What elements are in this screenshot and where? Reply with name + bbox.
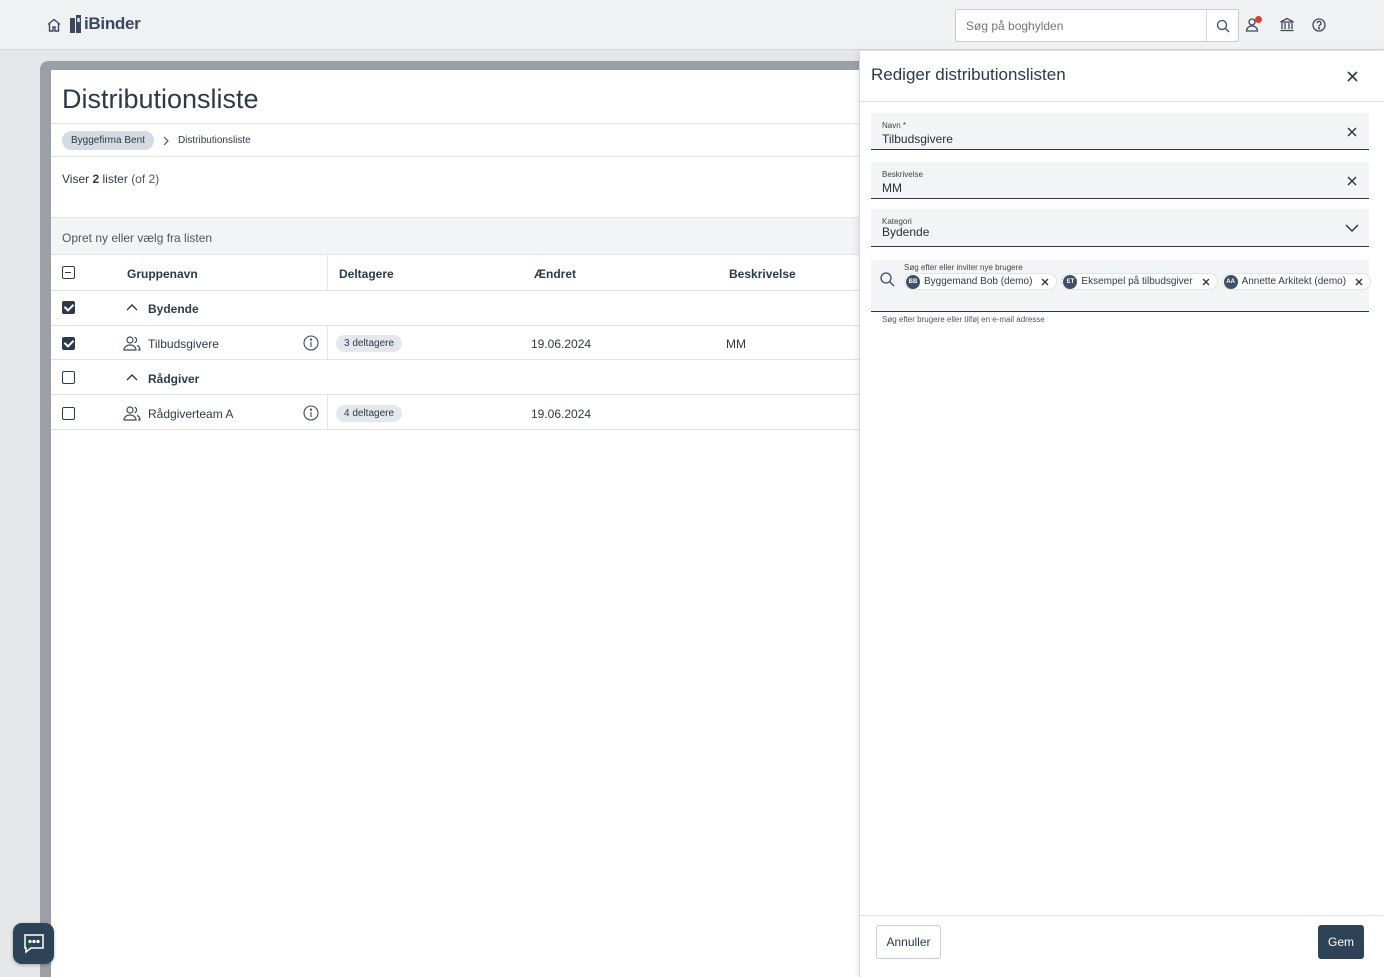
group-checkbox[interactable] [62, 371, 75, 384]
column-header-name[interactable]: Gruppenavn [127, 267, 198, 281]
table-row[interactable]: Tilbudsgivere 3 deltagere 19.06.2024 MM [51, 326, 871, 360]
edit-panel: Rediger distributionslisten Navn * Tilbu… [859, 51, 1384, 977]
changed-date: 19.06.2024 [531, 337, 592, 351]
group-row: Bydende [51, 291, 871, 326]
save-button[interactable]: Gem [1318, 925, 1364, 959]
user-chip[interactable]: AA Annette Arkitekt (demo) [1221, 273, 1372, 290]
count-suffix: lister [102, 172, 128, 186]
chevron-up-icon[interactable] [126, 373, 138, 381]
ibinder-logo[interactable]: iBinder [70, 14, 141, 34]
invite-field-label: Søg efter eller inviter nye brugere [904, 263, 1023, 272]
avatar: ET [1063, 274, 1078, 289]
group-label: Bydende [148, 302, 199, 316]
list-count: Viser 2 lister (of 2) [62, 172, 159, 186]
logo-mark-icon [70, 15, 81, 33]
column-divider [327, 255, 328, 291]
category-field-value: Bydende [882, 225, 930, 239]
name-field-label: Navn * [882, 121, 907, 130]
column-header-description[interactable]: Beskrivelse [729, 267, 796, 281]
logo-text: iBinder [84, 14, 141, 33]
bookshelf-search [955, 9, 1239, 42]
chip-label: Eksempel på tilbudsgiver [1081, 276, 1193, 287]
breadcrumb-parent[interactable]: Byggefirma Bent [62, 131, 154, 150]
user-notification-icon[interactable] [1243, 15, 1263, 35]
panel-title: Rediger distributionslisten [871, 65, 1066, 84]
user-group-icon [123, 406, 141, 421]
row-name[interactable]: Tilbudsgivere [148, 337, 219, 351]
column-divider [327, 395, 328, 430]
row-name[interactable]: Rådgiverteam A [148, 407, 233, 421]
create-hint: Opret ny eller vælg fra listen [62, 231, 213, 245]
info-icon[interactable] [303, 335, 319, 351]
chevron-up-icon[interactable] [126, 303, 138, 311]
description-field-value[interactable]: MM [882, 181, 902, 195]
divider [51, 156, 871, 157]
search-input[interactable] [956, 10, 1206, 41]
divider [860, 915, 1384, 916]
column-divider [327, 326, 328, 360]
search-button[interactable] [1206, 10, 1238, 41]
group-row: Rådgiver [51, 360, 871, 395]
row-checkbox[interactable] [62, 337, 75, 350]
home-icon[interactable] [44, 15, 64, 35]
chevron-down-icon[interactable] [1345, 223, 1359, 233]
breadcrumb-current: Distributionsliste [177, 135, 251, 146]
row-description: MM [726, 337, 746, 351]
clear-description-icon[interactable] [1345, 174, 1359, 188]
select-all-checkbox[interactable] [62, 266, 75, 279]
divider [860, 101, 1384, 102]
chip-label: Annette Arkitekt (demo) [1241, 276, 1347, 287]
user-group-icon [123, 336, 141, 351]
create-hint-bar: Opret ny eller vælg fra listen [51, 217, 871, 255]
user-chip[interactable]: ET Eksempel på tilbudsgiver [1061, 273, 1218, 290]
chevron-right-icon [163, 136, 169, 145]
avatar: AA [1223, 274, 1238, 289]
divider [51, 123, 871, 124]
user-chip[interactable]: BB Byggemand Bob (demo) [904, 273, 1058, 290]
name-field[interactable]: Navn * Tilbudsgivere [871, 113, 1369, 150]
breadcrumb: Byggefirma Bent Distributionsliste [62, 131, 251, 150]
chat-button[interactable] [13, 923, 54, 964]
row-checkbox[interactable] [62, 407, 75, 420]
name-field-value[interactable]: Tilbudsgivere [882, 132, 953, 146]
invite-helper-text: Søg efter brugere eller tilføj en e-mail… [882, 315, 1045, 324]
chat-icon [23, 933, 44, 954]
column-header-changed[interactable]: Ændret [534, 267, 576, 281]
notification-dot [1255, 16, 1262, 23]
table-row[interactable]: Rådgiverteam A 4 deltagere 19.06.2024 [51, 395, 871, 430]
category-select[interactable]: Kategori Bydende [871, 209, 1369, 247]
remove-chip-icon[interactable] [1354, 277, 1364, 287]
search-icon [880, 272, 895, 287]
invite-users-field[interactable]: Søg efter eller inviter nye brugere BB B… [871, 260, 1372, 312]
chip-label: Byggemand Bob (demo) [924, 276, 1033, 287]
library-icon[interactable] [1277, 15, 1297, 35]
count-total: (of 2) [131, 172, 160, 186]
avatar: BB [906, 274, 920, 289]
user-chips: BB Byggemand Bob (demo) ET Eksempel på t… [904, 273, 1372, 290]
changed-date: 19.06.2024 [531, 407, 592, 421]
remove-chip-icon[interactable] [1201, 277, 1211, 287]
group-label: Rådgiver [148, 372, 200, 386]
distribution-list-card: Distributionsliste Byggefirma Bent Distr… [51, 70, 871, 977]
participants-badge[interactable]: 4 deltagere [336, 405, 403, 422]
remove-chip-icon[interactable] [1040, 277, 1050, 287]
info-icon[interactable] [303, 405, 319, 421]
close-icon[interactable] [1343, 67, 1361, 85]
description-field[interactable]: Beskrivelse MM [871, 162, 1369, 199]
page-title: Distributionsliste [62, 84, 259, 114]
participants-badge[interactable]: 3 deltagere [336, 335, 403, 352]
count-prefix: Viser [62, 172, 90, 186]
column-header-participants[interactable]: Deltagere [339, 267, 394, 281]
table-header: Gruppenavn Deltagere Ændret Beskrivelse [51, 255, 871, 291]
group-checkbox[interactable] [62, 301, 75, 314]
help-icon[interactable] [1309, 15, 1329, 35]
clear-name-icon[interactable] [1345, 125, 1359, 139]
description-field-label: Beskrivelse [882, 170, 923, 179]
count-number: 2 [92, 172, 100, 186]
cancel-button[interactable]: Annuller [876, 925, 941, 959]
top-bar: iBinder [0, 0, 1384, 50]
search-icon [1216, 19, 1229, 32]
